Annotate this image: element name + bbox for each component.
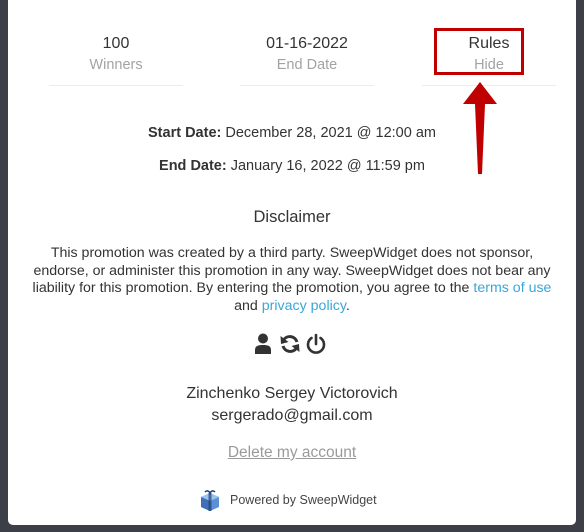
disclaimer-title: Disclaimer <box>253 208 331 226</box>
start-date-value: December 28, 2021 @ 12:00 am <box>221 125 436 141</box>
end-date-label: End Date <box>276 57 338 73</box>
end-date-full-value: January 16, 2022 @ 11:59 pm <box>226 158 425 174</box>
user-name: Zinchenko Sergey Victorovich <box>186 385 398 402</box>
power-icon[interactable] <box>305 333 327 360</box>
privacy-policy-link[interactable]: privacy policy <box>262 298 346 314</box>
refresh-icon[interactable] <box>279 333 301 360</box>
terms-of-use-link[interactable]: terms of use <box>473 280 551 296</box>
end-date-line: End Date: January 16, 2022 @ 11:59 pm <box>8 158 576 174</box>
annotation-highlight-box <box>434 28 524 75</box>
user-email: sergerado@gmail.com <box>211 407 373 424</box>
powered-by-text: Powered by SweepWidget <box>230 493 377 507</box>
promotion-panel: 100 Winners 01-16-2022 End Date Rules Hi… <box>8 0 576 525</box>
stat-divider <box>240 85 374 86</box>
disclaimer-and: and <box>234 297 262 314</box>
stat-winners: 100 Winners <box>49 34 183 86</box>
disclaimer-period: . <box>345 297 350 314</box>
start-date-label: Start Date: <box>148 125 222 141</box>
delete-account-link[interactable]: Delete my account <box>8 444 576 462</box>
end-date-value: 01-16-2022 <box>266 35 348 52</box>
winners-label: Winners <box>89 57 143 73</box>
start-date-line: Start Date: December 28, 2021 @ 12:00 am <box>8 125 576 141</box>
stat-divider <box>49 85 183 86</box>
disclaimer-text: This promotion was created by a third pa… <box>32 245 552 315</box>
stat-end-date: 01-16-2022 End Date <box>240 34 374 86</box>
user-icon[interactable] <box>254 333 272 360</box>
winners-count: 100 <box>102 35 130 52</box>
sweepwidget-logo-icon <box>201 490 219 511</box>
end-date-label-bold: End Date: <box>159 158 227 174</box>
